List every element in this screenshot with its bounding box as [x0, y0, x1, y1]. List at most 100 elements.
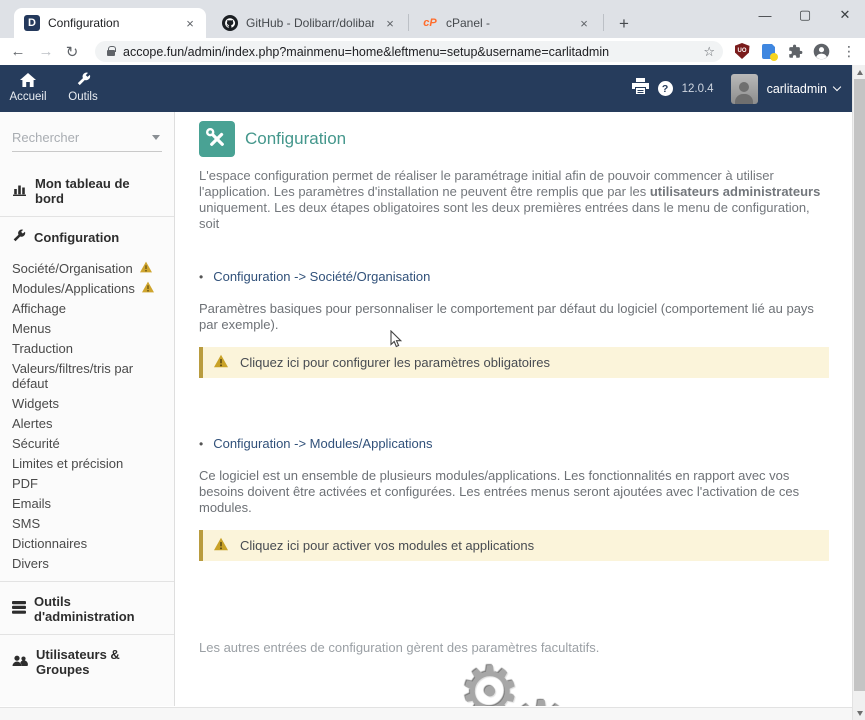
nav-item-label: Accueil [9, 91, 46, 103]
intro-bold-text: utilisateurs administrateurs [650, 184, 821, 199]
warning-link-label[interactable]: Cliquez ici pour activer vos modules et … [240, 538, 534, 553]
section-description: Paramètres basiques pour personnaliser l… [199, 301, 828, 333]
page-title: Configuration [245, 129, 346, 149]
user-avatar [731, 74, 758, 104]
wrench-icon [12, 229, 26, 246]
sidebar-item-admin-tools[interactable]: Outils d'administration [0, 582, 174, 634]
sidebar-item-label: Outils d'administration [34, 594, 162, 624]
sidebar-item-emails[interactable]: Emails [0, 493, 174, 513]
minimize-button[interactable]: — [745, 0, 785, 30]
warning-icon [139, 261, 153, 276]
sidebar-item-sms[interactable]: SMS [0, 513, 174, 533]
version-label: 12.0.4 [682, 83, 714, 95]
bookmark-star-icon[interactable]: ☆ [703, 44, 715, 60]
server-icon [12, 601, 26, 617]
bullet-link-label[interactable]: Configuration -> Modules/Applications [213, 436, 432, 451]
scrollbar-thumb[interactable] [854, 79, 865, 691]
nav-item-label: Outils [68, 91, 97, 103]
sidebar-item-label: Sécurité [12, 436, 60, 451]
github-icon [222, 15, 238, 31]
config-company-link[interactable]: • Configuration -> Société/Organisation [199, 269, 828, 284]
extension-icon[interactable] [759, 42, 777, 60]
tab-configuration[interactable]: D Configuration × [14, 8, 206, 38]
sidebar-item-label: Traduction [12, 341, 73, 356]
sidebar-item-label: Configuration [34, 230, 119, 245]
tab-title: Configuration [48, 16, 174, 30]
users-icon [12, 655, 28, 670]
intro-paragraph: L'espace configuration permet de réalise… [199, 168, 828, 232]
intro-text: uniquement. Les deux étapes obligatoires… [199, 200, 810, 231]
sidebar-item-divers[interactable]: Divers [0, 553, 174, 573]
sidebar: Rechercher Mon tableau de bord Configura… [0, 112, 175, 706]
config-menu-list: Société/Organisation Modules/Application… [0, 256, 174, 581]
tab-github[interactable]: GitHub - Dolibarr/dolibarr: Dolib × [212, 8, 406, 38]
sidebar-item-configuration[interactable]: Configuration [0, 217, 174, 256]
wrench-icon [76, 70, 91, 87]
sidebar-item-label: Modules/Applications [12, 281, 135, 296]
sidebar-item-limites[interactable]: Limites et précision [0, 453, 174, 473]
warning-icon [213, 537, 229, 554]
sidebar-item-label: Valeurs/filtres/tris par défaut [12, 361, 162, 391]
search-input[interactable]: Rechercher [12, 130, 162, 152]
sidebar-item-label: PDF [12, 476, 38, 491]
close-window-button[interactable]: ✕ [825, 0, 865, 30]
sidebar-item-dashboard[interactable]: Mon tableau de bord [0, 164, 174, 216]
activate-modules-warning-link[interactable]: Cliquez ici pour activer vos modules et … [199, 530, 829, 561]
sidebar-item-pdf[interactable]: PDF [0, 473, 174, 493]
sidebar-item-label: Widgets [12, 396, 59, 411]
adblock-extension-icon[interactable]: UO [733, 42, 751, 60]
sidebar-item-widgets[interactable]: Widgets [0, 393, 174, 413]
sidebar-item-users-groups[interactable]: Utilisateurs & Groupes [0, 635, 174, 687]
close-tab-icon[interactable]: × [576, 15, 592, 31]
nav-item-home[interactable]: Accueil [0, 70, 56, 103]
sidebar-item-label: Mon tableau de bord [35, 176, 162, 206]
scroll-up-arrow[interactable] [853, 65, 865, 79]
warning-icon [213, 354, 229, 371]
sidebar-item-affichage[interactable]: Affichage [0, 298, 174, 318]
nav-item-tools[interactable]: Outils [55, 70, 111, 103]
address-bar[interactable]: accope.fun/admin/index.php?mainmenu=home… [95, 41, 723, 62]
sidebar-item-label: Menus [12, 321, 51, 336]
back-icon[interactable]: ← [6, 38, 30, 65]
vertical-scrollbar[interactable] [852, 65, 865, 720]
secure-lock-icon[interactable] [107, 50, 115, 56]
sidebar-item-securite[interactable]: Sécurité [0, 433, 174, 453]
sidebar-item-label: Emails [12, 496, 51, 511]
sidebar-item-modules[interactable]: Modules/Applications [0, 278, 174, 298]
extensions-puzzle-icon[interactable] [786, 42, 804, 60]
new-tab-button[interactable]: + [612, 12, 636, 36]
user-menu[interactable]: carlitadmin [767, 82, 840, 96]
sidebar-item-dictionnaires[interactable]: Dictionnaires [0, 533, 174, 553]
sidebar-item-menus[interactable]: Menus [0, 318, 174, 338]
app-navbar: Accueil Outils ? 12.0.4 carlitadmin [0, 65, 852, 112]
sidebar-item-label: Alertes [12, 416, 52, 431]
close-tab-icon[interactable]: × [182, 15, 198, 31]
forward-icon[interactable]: → [34, 38, 58, 65]
sidebar-item-traduction[interactable]: Traduction [0, 338, 174, 358]
chevron-down-icon[interactable] [152, 135, 160, 140]
scroll-down-arrow[interactable] [853, 706, 865, 720]
maximize-button[interactable]: ▢ [785, 0, 825, 30]
close-tab-icon[interactable]: × [382, 15, 398, 31]
print-icon[interactable] [632, 78, 649, 99]
url-text[interactable]: accope.fun/admin/index.php?mainmenu=home… [123, 45, 697, 59]
browser-toolbar: ← → ↻ accope.fun/admin/index.php?mainmen… [0, 38, 865, 65]
sidebar-item-societe[interactable]: Société/Organisation [0, 258, 174, 278]
help-icon[interactable]: ? [658, 81, 673, 96]
profile-avatar-icon[interactable] [812, 42, 830, 60]
sidebar-item-label: Dictionnaires [12, 536, 87, 551]
browser-menu-icon[interactable]: ⋮ [840, 42, 858, 60]
config-modules-link[interactable]: • Configuration -> Modules/Applications [199, 436, 828, 451]
warning-link-label[interactable]: Cliquez ici pour configurer les paramètr… [240, 355, 550, 370]
sidebar-item-alertes[interactable]: Alertes [0, 413, 174, 433]
sidebar-item-valeurs[interactable]: Valeurs/filtres/tris par défaut [0, 358, 174, 393]
tab-divider [408, 14, 409, 31]
tab-title: cPanel - [446, 16, 568, 30]
browser-tab-strip: D Configuration × GitHub - Dolibarr/doli… [0, 0, 865, 38]
warning-icon [141, 281, 155, 296]
tab-cpanel[interactable]: cP cPanel - × [412, 8, 600, 38]
configure-params-warning-link[interactable]: Cliquez ici pour configurer les paramètr… [199, 347, 829, 378]
window-controls: — ▢ ✕ [745, 0, 865, 30]
reload-icon[interactable]: ↻ [60, 38, 84, 65]
bullet-link-label[interactable]: Configuration -> Société/Organisation [213, 269, 430, 284]
